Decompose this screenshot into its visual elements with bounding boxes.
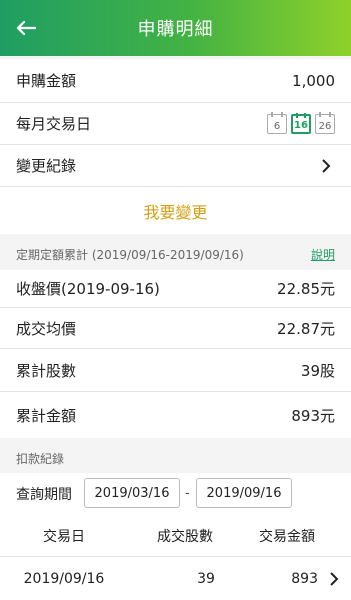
date-from-value: 2019/03/16 (94, 485, 170, 501)
record-date: 2019/09/16 (23, 570, 105, 587)
summary-label: 收盤價(2019-09-16) (16, 280, 160, 298)
change-log-row[interactable]: 變更紀錄 (0, 145, 351, 187)
help-link[interactable]: 說明 (311, 246, 335, 263)
column-header-shares: 成交股數 (157, 528, 213, 545)
back-button[interactable] (8, 10, 44, 46)
query-period-row: 查詢期間 2019/03/16 - 2019/09/16 (0, 473, 351, 515)
column-header-amount: 交易金額 (259, 528, 315, 545)
app-header: 申購明細 (0, 0, 351, 56)
date-to-value: 2019/09/16 (206, 485, 282, 501)
date-from-input[interactable]: 2019/03/16 (84, 478, 180, 508)
subscription-amount-label: 申購金額 (16, 72, 77, 90)
summary-row-total-shares: 累計股數 39股 (0, 349, 351, 392)
summary-section-header: 定期定額累計 (2019/09/16-2019/09/16) 說明 (0, 238, 351, 270)
summary-value: 39股 (300, 361, 335, 380)
summary-label: 成交均價 (16, 319, 77, 338)
table-row[interactable]: 2019/09/16 39 893 (0, 557, 351, 600)
trade-day-row: 每月交易日 6 16 26 (0, 103, 351, 145)
summary-row-avg-price: 成交均價 22.87元 (0, 308, 351, 349)
trade-day-option: 6 (273, 120, 281, 132)
trade-day-label: 每月交易日 (16, 115, 92, 133)
chevron-right-icon (317, 157, 335, 175)
debit-section-header: 扣款紀錄 (0, 442, 351, 474)
date-to-input[interactable]: 2019/09/16 (196, 478, 292, 508)
chevron-right-icon (326, 557, 342, 600)
subscription-amount-value: 1,000 (292, 71, 335, 90)
debit-section-title: 扣款紀錄 (16, 451, 65, 466)
page-title: 申購明細 (137, 19, 214, 40)
summary-label: 累計金額 (16, 406, 77, 425)
query-period-label: 查詢期間 (16, 487, 72, 503)
summary-value: 22.87元 (277, 319, 335, 338)
change-button[interactable]: 我要變更 (0, 187, 351, 234)
column-header-date: 交易日 (43, 528, 85, 545)
change-log-label: 變更紀錄 (16, 157, 77, 175)
trade-day-option: 26 (318, 120, 332, 132)
calendar-day-icon[interactable]: 26 (315, 111, 335, 134)
summary-row-close-price: 收盤價(2019-09-16) 22.85元 (0, 270, 351, 308)
summary-value: 893元 (291, 406, 335, 425)
back-arrow-icon (16, 20, 36, 36)
date-range-separator: - (185, 486, 190, 501)
subscription-amount-row: 申購金額 1,000 (0, 59, 351, 103)
record-amount: 893 (291, 570, 318, 587)
summary-value: 22.85元 (277, 280, 335, 298)
calendar-day-icon[interactable]: 16 (291, 112, 311, 134)
record-shares: 39 (197, 570, 215, 587)
change-button-label: 我要變更 (143, 202, 208, 222)
summary-section-title: 定期定額累計 (2019/09/16-2019/09/16) (16, 247, 244, 262)
summary-row-total-amount: 累計金額 893元 (0, 392, 351, 438)
trade-day-option-selected: 16 (294, 119, 308, 131)
trade-day-selector: 6 16 26 (267, 111, 335, 134)
table-header: 交易日 成交股數 交易金額 (0, 515, 351, 557)
summary-label: 累計股數 (16, 361, 77, 380)
calendar-day-icon[interactable]: 6 (267, 111, 287, 134)
